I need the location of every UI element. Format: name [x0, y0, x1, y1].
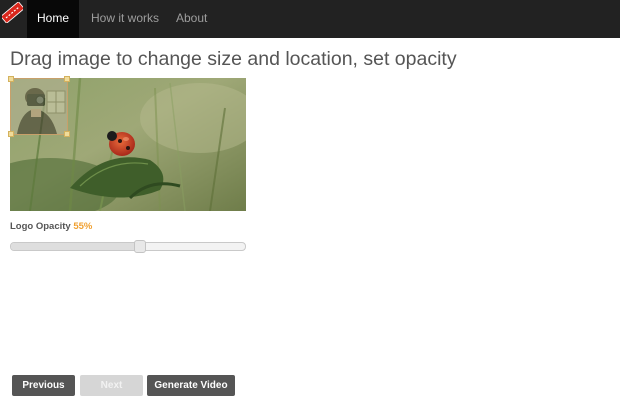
opacity-value: 55%	[73, 221, 93, 232]
brand-link[interactable]	[0, 0, 27, 38]
opacity-label: Logo Opacity 55%	[10, 221, 92, 232]
logo-overlay[interactable]	[8, 76, 70, 137]
nav-item-home[interactable]: Home	[27, 0, 79, 38]
resize-handle-top-left[interactable]	[8, 76, 14, 82]
next-button: Next	[80, 375, 143, 396]
resize-handle-bottom-left[interactable]	[8, 131, 14, 137]
ribbon-logo-icon	[2, 2, 23, 23]
nav-item-about[interactable]: About	[176, 0, 207, 38]
page-title: Drag image to change size and location, …	[10, 48, 457, 70]
top-navbar: Home How it works About	[0, 0, 620, 38]
opacity-slider[interactable]	[10, 240, 246, 253]
nav-item-how-it-works[interactable]: How it works	[91, 0, 159, 38]
resize-handle-top-right[interactable]	[64, 76, 70, 82]
resize-handle-bottom-right[interactable]	[64, 131, 70, 137]
previous-button[interactable]: Previous	[12, 375, 75, 396]
opacity-label-text: Logo Opacity	[10, 221, 71, 232]
generate-video-button[interactable]: Generate Video	[147, 375, 235, 396]
camera-person-photo	[11, 79, 67, 134]
opacity-slider-fill	[11, 243, 140, 250]
opacity-slider-handle[interactable]	[133, 240, 146, 253]
